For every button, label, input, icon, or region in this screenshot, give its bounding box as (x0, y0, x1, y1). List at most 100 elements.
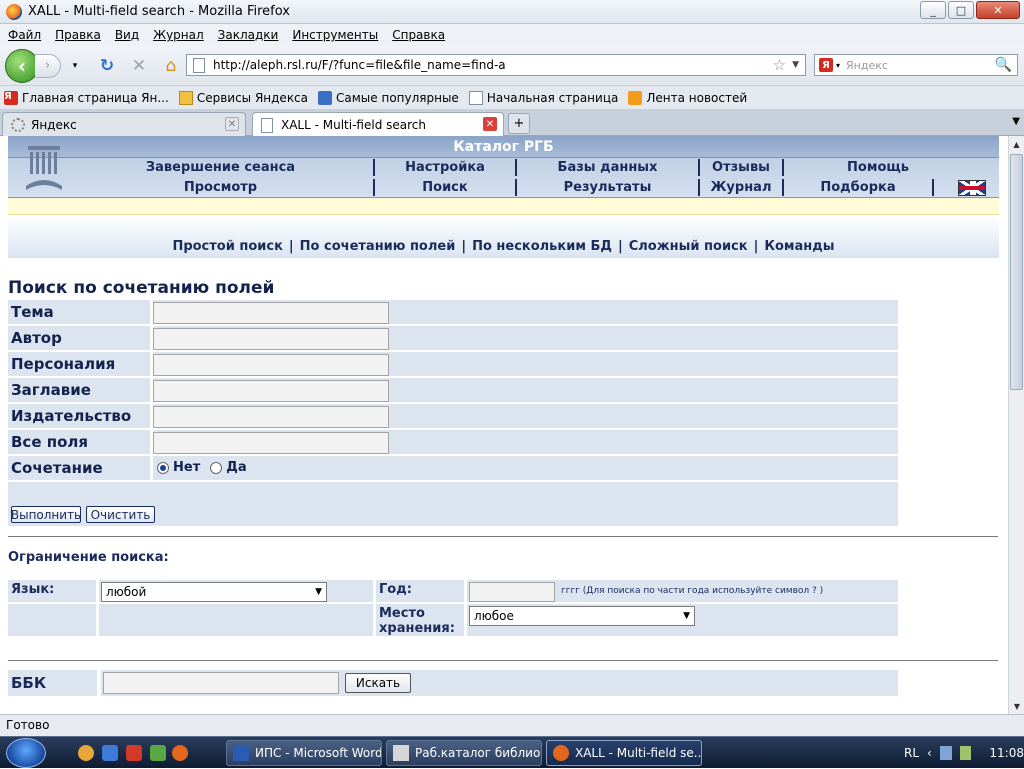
tab-xall-search[interactable]: XALL - Multi-field search ✕ (252, 112, 504, 137)
close-window-button[interactable]: ✕ (976, 1, 1020, 19)
field-row-author: Автор (8, 326, 898, 352)
back-button[interactable]: ‹ (5, 48, 39, 83)
bookmark-news-feed[interactable]: Лента новостей (628, 90, 747, 105)
clear-button[interactable]: Очистить (86, 506, 155, 523)
menu-help[interactable]: Справка (392, 28, 445, 42)
nav-databases[interactable]: Базы данных (515, 159, 698, 176)
nav-settings[interactable]: Настройка (373, 159, 515, 176)
bbk-input[interactable] (103, 672, 339, 694)
limits-row-2: Место хранения: любое ▼ (8, 604, 898, 638)
window-controls: _ □ ✕ (920, 1, 1020, 19)
adjacency-yes-radio[interactable] (210, 462, 223, 474)
bookmark-star-icon[interactable]: ☆ (773, 56, 786, 74)
submit-button[interactable]: Выполнить (11, 506, 81, 523)
search-icon[interactable]: 🔍 (995, 57, 1012, 73)
bookmark-most-popular[interactable]: Самые популярные (318, 90, 459, 105)
link-advanced-search[interactable]: Сложный поиск (629, 239, 748, 254)
scroll-down-icon[interactable]: ▼ (1009, 698, 1024, 714)
taskbar-label: XALL - Multi-field se... (575, 746, 702, 760)
publisher-input[interactable] (153, 406, 389, 428)
location-select[interactable]: любое ▼ (469, 606, 695, 626)
link-multi-field-search[interactable]: По сочетанию полей (300, 239, 456, 254)
scroll-thumb[interactable] (1010, 154, 1023, 390)
subject-input[interactable] (153, 302, 389, 324)
menu-view[interactable]: Вид (115, 28, 139, 42)
maximize-button[interactable]: □ (948, 1, 974, 19)
address-bar[interactable]: http://aleph.rsl.ru/F/?func=file&file_na… (186, 54, 806, 76)
nav-help[interactable]: Помощь (782, 159, 972, 176)
bookmark-yandex-home[interactable]: Я Главная страница Ян... (4, 90, 169, 105)
english-flag-icon[interactable] (958, 180, 986, 196)
bookmark-yandex-services[interactable]: Сервисы Яндекса (178, 90, 308, 105)
firefox-quicklaunch-icon[interactable] (172, 745, 188, 761)
url-text[interactable]: http://aleph.rsl.ru/F/?func=file&file_na… (213, 58, 773, 72)
menu-edit[interactable]: Правка (55, 28, 101, 42)
search-placeholder[interactable]: Яндекс (846, 59, 995, 72)
nav-end-session[interactable]: Завершение сеанса (68, 159, 373, 176)
yandex-engine-icon[interactable]: Я (819, 58, 833, 72)
catalog-header: Каталог РГБ Завершение сеанса Настройка … (8, 136, 999, 198)
link-simple-search[interactable]: Простой поиск (172, 239, 282, 254)
minimize-button[interactable]: _ (920, 1, 946, 19)
tab-list-icon[interactable]: ▼ (1012, 116, 1020, 127)
language-indicator[interactable]: RL (904, 746, 919, 760)
engine-dropdown-icon[interactable]: ▾ (836, 61, 840, 70)
vertical-scrollbar[interactable]: ▲ ▼ (1008, 136, 1024, 714)
tab-yandex[interactable]: Яндекс ✕ (2, 112, 246, 136)
show-desktop-icon[interactable] (102, 745, 118, 761)
scroll-up-icon[interactable]: ▲ (1009, 136, 1024, 152)
nav-search[interactable]: Поиск (373, 179, 515, 196)
language-select[interactable]: любой ▼ (101, 582, 327, 602)
taskbar-item-firefox[interactable]: XALL - Multi-field se... (546, 740, 702, 766)
year-input[interactable] (469, 582, 555, 602)
nav-browse[interactable]: Просмотр (68, 179, 373, 196)
url-dropdown-icon[interactable]: ▼ (792, 60, 799, 70)
limits-table: Язык: любой ▼ Год: гггг (Для поиска по ч… (8, 580, 898, 638)
quicklaunch-app-icon[interactable] (126, 745, 142, 761)
menu-tools[interactable]: Инструменты (292, 28, 378, 42)
history-dropdown-icon[interactable]: ▾ (63, 54, 87, 78)
nav-feedback[interactable]: Отзывы (698, 159, 782, 176)
menu-bookmarks[interactable]: Закладки (218, 28, 279, 42)
reload-icon[interactable]: ↻ (95, 54, 119, 78)
year-label: Год: (376, 580, 464, 602)
network-icon[interactable] (939, 746, 952, 760)
page-icon (193, 57, 205, 73)
safely-remove-icon[interactable] (959, 746, 972, 760)
search-box[interactable]: Я ▾ Яндекс 🔍 (814, 54, 1018, 76)
header-nav-row-2: Просмотр Поиск Результаты Журнал Подборк… (68, 179, 999, 196)
forward-button[interactable]: › (35, 53, 61, 78)
divider (8, 536, 998, 537)
start-button[interactable] (6, 738, 46, 768)
bbk-search-button[interactable]: Искать (345, 673, 411, 693)
new-tab-button[interactable]: + (508, 113, 530, 134)
quicklaunch-app-icon[interactable] (150, 745, 166, 761)
taskbar-item-catalog[interactable]: Раб.каталог библио... (386, 740, 542, 766)
link-commands[interactable]: Команды (764, 239, 834, 254)
home-icon[interactable]: ⌂ (159, 54, 183, 78)
search-type-nav: Простой поиск | По сочетанию полей | По неск… (8, 216, 999, 258)
field-cell (153, 326, 898, 350)
taskbar-item-word[interactable]: ИПС - Microsoft Word (226, 740, 382, 766)
tray-expand-icon[interactable]: ‹ (927, 746, 932, 760)
bookmark-start-page[interactable]: Начальная страница (468, 90, 618, 105)
clock[interactable]: 11:08 (989, 746, 1024, 760)
nav-history[interactable]: Журнал (698, 179, 782, 196)
author-input[interactable] (153, 328, 389, 350)
link-multi-db-search[interactable]: По нескольким БД (472, 239, 612, 254)
adjacency-no-radio[interactable] (157, 462, 169, 474)
year-cell: гггг (Для поиска по части года используй… (467, 580, 898, 602)
menu-history[interactable]: Журнал (153, 28, 204, 42)
nav-selection[interactable]: Подборка (782, 179, 932, 196)
close-tab-icon[interactable]: ✕ (483, 117, 497, 131)
stop-icon[interactable]: ✕ (127, 54, 151, 78)
nav-results[interactable]: Результаты (515, 179, 698, 196)
quicklaunch-app-icon[interactable] (78, 745, 94, 761)
status-bar: Готово (0, 714, 1024, 736)
close-tab-icon[interactable]: ✕ (225, 117, 239, 131)
title-input[interactable] (153, 380, 389, 402)
all-fields-input[interactable] (153, 432, 389, 454)
limits-row-1: Язык: любой ▼ Год: гггг (Для поиска по ч… (8, 580, 898, 604)
person-input[interactable] (153, 354, 389, 376)
menu-file[interactable]: Файл (8, 28, 41, 42)
